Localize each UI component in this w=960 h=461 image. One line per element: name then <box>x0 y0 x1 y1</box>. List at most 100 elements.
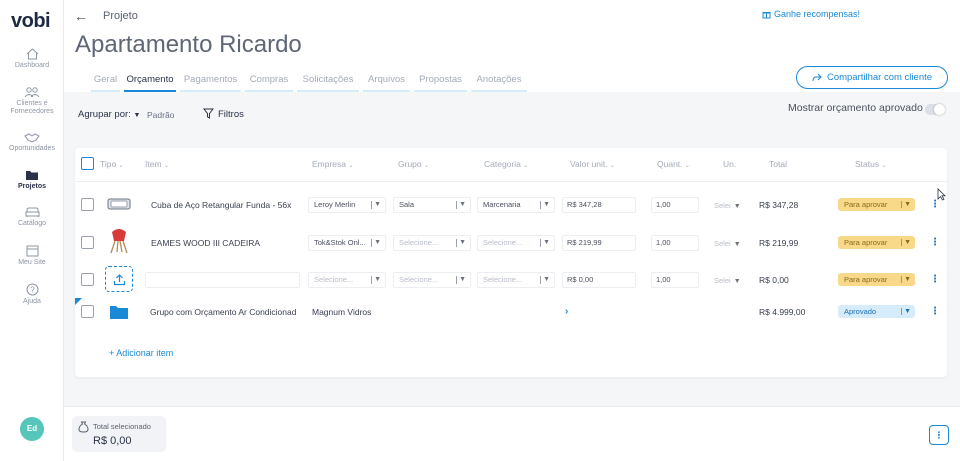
sidebar-item-meu-site[interactable]: Meu Site <box>0 245 64 267</box>
filter-icon <box>202 108 215 119</box>
status-badge[interactable]: Aprovado ▼ <box>838 305 915 318</box>
unit-value-input[interactable]: R$ 347,28 <box>562 197 636 213</box>
sidebar-item-label: Meu Site <box>18 259 46 266</box>
share-label: Compartilhar com cliente <box>826 72 933 83</box>
tab-compras[interactable]: Compras <box>245 72 293 92</box>
quantity-input[interactable]: 1,00 <box>651 235 699 251</box>
show-approved-toggle[interactable] <box>925 104 945 115</box>
unit-select[interactable]: Selei ▼ <box>714 276 741 285</box>
group-select[interactable]: Selecione... ▼ <box>393 235 471 251</box>
row-checkbox[interactable] <box>81 236 94 249</box>
row-menu-icon[interactable]: ⋮ <box>930 237 940 248</box>
company-select[interactable]: Tok&Stok Onl... ▼ <box>308 235 386 251</box>
column-header-status[interactable]: Status ⌄ <box>855 159 887 169</box>
column-label: Empresa <box>312 159 347 169</box>
select-placeholder: Selecione... <box>399 238 439 247</box>
unit-select[interactable]: Selei ▼ <box>714 201 741 210</box>
category-select[interactable]: Selecione... ▼ <box>477 235 555 251</box>
column-header-category[interactable]: Categoria ⌄ <box>484 159 528 169</box>
folder-icon <box>26 171 38 180</box>
sidebar-item-clientes[interactable]: Clientes e Fornecedores <box>0 87 64 116</box>
column-label: Status <box>855 159 880 169</box>
caret-down-icon: ▼ <box>904 308 911 315</box>
quantity-input[interactable]: 1,00 <box>651 197 699 213</box>
select-placeholder: Selecione... <box>483 238 523 247</box>
status-label: Para aprovar <box>844 200 888 209</box>
sidebar-item-label: Ajuda <box>23 298 41 305</box>
sidebar-item-catalogo[interactable]: Catálogo <box>0 207 64 228</box>
select-all-checkbox[interactable] <box>81 157 94 170</box>
select-placeholder: Selecione... <box>483 275 523 284</box>
group-select[interactable]: Selecione... ▼ <box>393 272 471 288</box>
caret-down-icon: ▼ <box>904 276 911 283</box>
category-select[interactable]: Marcenaria ▼ <box>477 197 555 213</box>
item-name[interactable]: EAMES WOOD III CADEIRA <box>151 238 299 248</box>
group-select[interactable]: Sala ▼ <box>393 197 471 213</box>
unit-value-input[interactable]: R$ 219,99 <box>562 235 636 251</box>
sidebar-item-ajuda[interactable]: ? Ajuda <box>0 283 64 306</box>
row-total: R$ 0,00 <box>759 275 789 285</box>
item-name-input[interactable] <box>145 272 300 288</box>
tab-solicitacoes[interactable]: Solicitações <box>297 72 359 92</box>
group-name[interactable]: Grupo com Orçamento Ar Condicionad <box>150 307 302 317</box>
caret-down-icon: ▼ <box>374 239 381 246</box>
company-select[interactable]: Selecione... ▼ <box>308 272 386 288</box>
handshake-icon <box>24 133 40 143</box>
sidebar-item-dashboard[interactable]: Dashboard <box>0 48 64 70</box>
chevron-right-icon[interactable]: › <box>565 306 568 317</box>
group-by-value[interactable]: Padrão <box>147 110 174 120</box>
column-header-company[interactable]: Empresa ⌄ <box>312 159 353 169</box>
caret-down-icon: ▼ <box>543 201 550 208</box>
row-menu-icon[interactable]: ⋮ <box>930 306 940 317</box>
column-header-group[interactable]: Grupo ⌄ <box>398 159 429 169</box>
column-header-unit-value[interactable]: Valor unit. ⌄ <box>570 159 615 169</box>
quantity-input[interactable]: 1,00 <box>651 272 699 288</box>
avatar[interactable]: Ed <box>20 417 44 441</box>
column-header-item[interactable]: Item ⌄ <box>145 159 169 169</box>
select-value: Tok&Stok Onl... <box>314 238 366 247</box>
row-checkbox[interactable] <box>81 273 94 286</box>
filters-button[interactable]: Filtros <box>202 108 244 120</box>
select-value: Selei <box>714 239 731 248</box>
item-name[interactable]: Cuba de Aço Retangular Funda - 56x <box>151 200 299 210</box>
header-divider <box>75 181 947 182</box>
group-company: Magnum Vidros <box>312 307 372 317</box>
category-select[interactable]: Selecione... ▼ <box>477 272 555 288</box>
money-bag-icon <box>78 421 89 433</box>
sidebar-item-oportunidades[interactable]: Oportunidades <box>0 132 64 153</box>
tab-propostas[interactable]: Propostas <box>414 72 467 92</box>
status-badge[interactable]: Para aprovar ▼ <box>838 273 915 286</box>
company-select[interactable]: Leroy Merlin ▼ <box>308 197 386 213</box>
help-icon: ? <box>26 283 38 296</box>
row-checkbox[interactable] <box>81 305 94 318</box>
tab-anotacoes[interactable]: Anotações <box>471 72 527 92</box>
breadcrumb[interactable]: Projeto <box>103 10 138 22</box>
select-value: Selei <box>714 276 731 285</box>
share-with-client-button[interactable]: Compartilhar com cliente <box>796 66 948 89</box>
column-header-type[interactable]: Tipo ⌄ <box>100 159 124 169</box>
budget-table: Tipo ⌄ Item ⌄ Empresa ⌄ Grupo ⌄ Categori… <box>75 148 947 377</box>
back-arrow-icon[interactable]: ← <box>74 8 88 24</box>
tab-geral[interactable]: Geral <box>91 72 120 92</box>
status-badge[interactable]: Para aprovar ▼ <box>838 198 915 211</box>
caret-down-icon: ▼ <box>459 201 466 208</box>
sidebar: vobi Dashboard Clientes e Fornecedores O… <box>0 0 64 461</box>
more-options-icon[interactable]: ⋮ <box>929 425 949 445</box>
unit-value-input[interactable]: R$ 0,00 <box>562 272 636 288</box>
column-header-quantity[interactable]: Quant. ⌄ <box>657 159 690 169</box>
row-checkbox[interactable] <box>81 198 94 211</box>
header: ← Projeto Ganhe recompensas! Apartamento… <box>64 0 960 92</box>
upload-image-button[interactable] <box>105 266 133 292</box>
vobi-logo[interactable]: vobi <box>11 10 51 33</box>
tab-orcamento[interactable]: Orçamento <box>124 72 176 92</box>
status-badge[interactable]: Para aprovar ▼ <box>838 236 915 249</box>
sidebar-item-projetos[interactable]: Projetos <box>0 170 64 191</box>
add-item-button[interactable]: + Adicionar item <box>109 348 173 358</box>
unit-select[interactable]: Selei ▼ <box>714 239 741 248</box>
tab-arquivos[interactable]: Arquivos <box>363 72 410 92</box>
tab-pagamentos[interactable]: Pagamentos <box>180 72 241 92</box>
caret-down-icon: ▼ <box>733 278 741 285</box>
rewards-link[interactable]: Ganhe recompensas! <box>762 9 860 19</box>
row-menu-icon[interactable]: ⋮ <box>930 274 940 285</box>
group-by-dropdown[interactable]: Agrupar por: ▼ <box>78 109 140 120</box>
